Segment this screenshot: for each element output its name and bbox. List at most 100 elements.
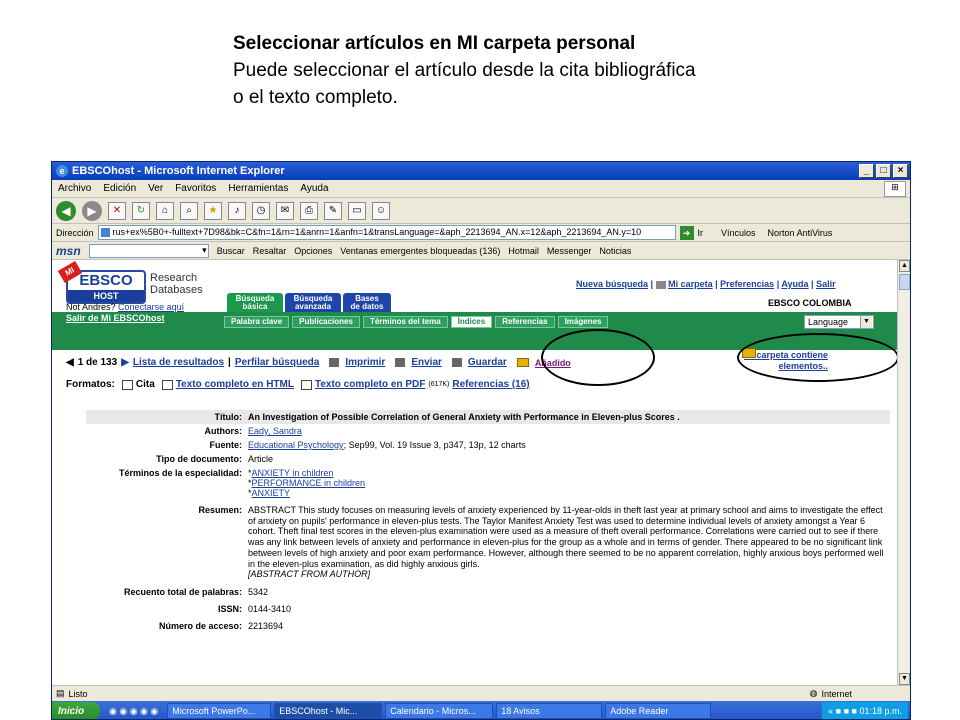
quicklaunch-icons[interactable]: ◉ ◉ ◉ ◉ ◉ <box>109 706 158 717</box>
login-link[interactable]: Conectarse aquí <box>118 302 184 312</box>
pdf-size: (617K) <box>428 381 450 388</box>
subject-link[interactable]: PERFORMANCE in children <box>252 478 366 488</box>
new-search-link[interactable]: Nueva búsqueda <box>576 279 648 289</box>
msn-hotmail[interactable]: Hotmail <box>508 246 539 256</box>
scroll-down-icon[interactable]: ▼ <box>899 673 910 685</box>
subtab-indexes[interactable]: Índices <box>450 316 493 328</box>
author-link[interactable]: Eady, Sandra <box>248 426 302 436</box>
msn-opciones[interactable]: Opciones <box>294 246 332 256</box>
zone-indicator: ◍ Internet <box>810 688 852 699</box>
save-link[interactable]: Guardar <box>468 357 507 368</box>
status-bar: ▤ Listo ◍ Internet <box>52 685 910 701</box>
highlight-circle-added <box>541 329 655 386</box>
results-list-link[interactable]: Lista de resultados <box>133 357 224 368</box>
source-link[interactable]: Educational Psychology <box>248 440 344 450</box>
menu-ayuda[interactable]: Ayuda <box>300 183 328 194</box>
scroll-thumb[interactable] <box>899 274 910 290</box>
task-adobe-reader[interactable]: Adobe Reader <box>605 703 712 719</box>
msn-resaltar[interactable]: Resaltar <box>253 246 287 256</box>
minimize-button[interactable]: _ <box>859 164 874 178</box>
mail-icon[interactable]: ✉ <box>276 201 294 220</box>
authors-label: Authors: <box>204 426 243 436</box>
menu-ver[interactable]: Ver <box>148 183 163 194</box>
record-nav: ◀ 1 de 133 ▶ Lista de resultados | Perfi… <box>66 357 571 368</box>
record-row: Resumen: ABSTRACT This study focuses on … <box>86 500 890 582</box>
menu-favoritos[interactable]: Favoritos <box>175 183 216 194</box>
refresh-icon[interactable]: ↻ <box>132 201 150 220</box>
language-select[interactable]: Language <box>804 315 874 329</box>
home-icon[interactable]: ⌂ <box>156 201 174 220</box>
vertical-scrollbar[interactable]: ▲ ▼ <box>897 260 910 685</box>
task-calendar[interactable]: Calendario - Micros... <box>385 703 494 719</box>
msn-search-input[interactable] <box>88 243 209 258</box>
subtab-keyword[interactable]: Palabra clave <box>224 316 290 328</box>
edit-icon[interactable]: ✎ <box>324 201 342 220</box>
references-link[interactable]: Referencias (16) <box>452 379 529 390</box>
subtab-subject-terms[interactable]: Términos del tema <box>362 316 448 328</box>
tab-basic-search[interactable]: Búsqueda básica <box>227 293 283 312</box>
subtab-images[interactable]: Imágenes <box>557 316 609 328</box>
top-links: Nueva búsqueda | Mi carpeta | Preferenci… <box>576 279 836 289</box>
subject-link[interactable]: ANXIETY in children <box>252 468 334 478</box>
user-line: Not Andres? Conectarse aquí <box>66 302 184 312</box>
exit-link[interactable]: Salir <box>816 279 836 289</box>
msn-messenger[interactable]: Messenger <box>547 246 592 256</box>
menu-herramientas[interactable]: Herramientas <box>228 183 288 194</box>
prev-icon[interactable]: ◀ <box>66 357 74 368</box>
menu-archivo[interactable]: Archivo <box>58 183 91 194</box>
folder-icon[interactable]: ▭ <box>348 201 366 220</box>
menu-bar: Archivo Edición Ver Favoritos Herramient… <box>52 180 910 198</box>
record-row: Recuento total de palabras: 5342 <box>86 582 890 599</box>
slide-line-2: o el texto completo. <box>233 87 398 108</box>
close-button[interactable]: × <box>893 164 908 178</box>
next-icon[interactable]: ▶ <box>121 357 129 368</box>
send-link[interactable]: Enviar <box>411 357 442 368</box>
tray-icons[interactable]: « ■ ■ ■ <box>828 706 859 716</box>
favorites-icon[interactable]: ★ <box>204 201 222 220</box>
links-label[interactable]: Vínculos <box>721 228 756 238</box>
pdf-fulltext-link[interactable]: Texto completo en PDF <box>315 379 425 390</box>
help-link[interactable]: Ayuda <box>781 279 808 289</box>
norton-label[interactable]: Norton AntiVirus <box>768 228 833 238</box>
save-icon <box>451 358 462 367</box>
media-icon[interactable]: ♪ <box>228 201 246 220</box>
window-titlebar[interactable]: e EBSCOhost - Microsoft Internet Explore… <box>52 162 910 180</box>
messenger-icon[interactable]: ☺ <box>372 201 390 220</box>
address-input[interactable]: rus+ex%5B0+-fulltext+7D98&bk=C&fn=1&rn=1… <box>97 225 676 240</box>
print-link[interactable]: Imprimir <box>345 357 385 368</box>
stop-icon[interactable]: ✕ <box>108 201 126 220</box>
print-icon[interactable]: ⎙ <box>300 201 318 220</box>
my-folder-link[interactable]: Mi carpeta <box>668 279 713 289</box>
maximize-button[interactable]: □ <box>876 164 891 178</box>
words-label: Recuento total de palabras: <box>123 586 242 597</box>
history-icon[interactable]: ◷ <box>252 201 270 220</box>
preferences-link[interactable]: Preferencias <box>720 279 774 289</box>
search-icon[interactable]: ⌕ <box>180 201 198 220</box>
menu-edicion[interactable]: Edición <box>103 183 136 194</box>
exit-my-ebsco-link[interactable]: Salir de Mi EBSCOhost <box>66 313 165 323</box>
msn-noticias[interactable]: Noticias <box>599 246 631 256</box>
forward-icon[interactable]: ▶ <box>82 200 102 221</box>
go-icon[interactable]: ➜ <box>679 225 694 240</box>
scroll-up-icon[interactable]: ▲ <box>899 260 910 272</box>
start-button[interactable]: Inicio <box>52 702 100 719</box>
task-reminders[interactable]: 18 Avisos <box>496 703 603 719</box>
subtab-publications[interactable]: Publicaciones <box>292 316 360 328</box>
go-label[interactable]: Ir <box>698 228 704 238</box>
formats-label: Formatos: <box>66 379 115 390</box>
tab-advanced-search[interactable]: Búsqueda avanzada <box>285 293 341 312</box>
html-fulltext-link[interactable]: Texto completo en HTML <box>176 379 294 390</box>
msn-popups[interactable]: Ventanas emergentes bloqueadas (136) <box>340 246 500 256</box>
back-icon[interactable]: ◀ <box>56 200 76 221</box>
msn-buscar[interactable]: Buscar <box>217 246 245 256</box>
task-ebscohost[interactable]: EBSCOhost - Mic... <box>274 703 383 719</box>
research-databases: Research Databases <box>150 272 203 296</box>
subject-link[interactable]: ANXIETY <box>252 488 291 498</box>
task-powerpoint[interactable]: Microsoft PowerPo... <box>167 703 272 719</box>
record-row: Título: An Investigation of Possible Cor… <box>86 410 890 424</box>
refine-search-link[interactable]: Perfilar búsqueda <box>235 357 319 368</box>
address-label: Dirección <box>56 227 94 238</box>
access-value: 2213694 <box>248 620 284 631</box>
tab-databases[interactable]: Bases de datos <box>343 293 391 312</box>
subtab-references[interactable]: Referencias <box>495 316 555 328</box>
